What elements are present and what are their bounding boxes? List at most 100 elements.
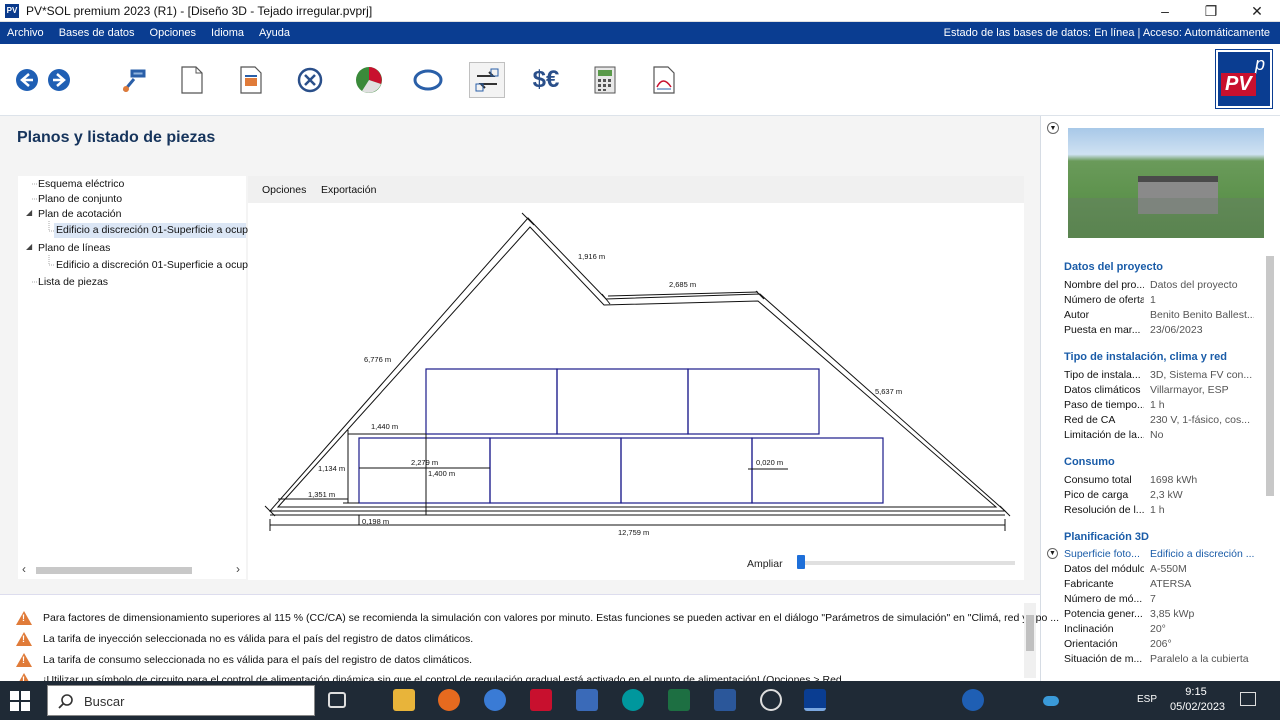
pie-chart-icon[interactable] [351,62,387,98]
prop-key: Nombre del pro... [1064,279,1144,291]
edit-page-icon[interactable] [233,62,269,98]
scroll-left-icon[interactable]: ‹ [22,562,26,576]
report-icon[interactable] [646,62,682,98]
menu-archivo[interactable]: Archivo [0,27,52,39]
ellipse-icon[interactable] [410,62,446,98]
expand-arrow-icon[interactable]: ◢ [26,242,32,251]
tree-item-plan-de-acotacion[interactable]: Plan de acotación [38,208,121,220]
title-bar: PV PV*SOL premium 2023 (R1) - [Diseño 3D… [0,0,1280,22]
section-datos-proyecto[interactable]: Datos del proyecto [1064,261,1163,273]
collapse-icon[interactable]: ▼ [1047,122,1059,134]
section-tipo-instalacion[interactable]: Tipo de instalación, clima y red [1064,351,1227,363]
windows-start-icon[interactable] [10,691,30,711]
calculator-icon[interactable] [587,62,623,98]
message-item[interactable]: La tarifa de inyección seleccionada no e… [43,633,473,645]
message-item[interactable]: La tarifa de consumo seleccionada no es … [43,654,472,666]
tab-exportacion[interactable]: Exportación [321,184,376,196]
task-view-icon[interactable] [328,692,346,708]
prop-key: Inclinación [1064,623,1114,635]
language-indicator[interactable]: ESP [1137,694,1157,705]
prop-value: A-550M [1150,563,1187,575]
back-icon[interactable] [9,62,45,98]
3d-preview-image[interactable] [1068,128,1264,238]
foxit-icon[interactable] [530,689,552,711]
tree-horizontal-scrollbar[interactable]: ‹ › [18,562,246,578]
word-icon[interactable] [714,689,736,711]
prop-value: No [1150,429,1164,441]
cancel-icon[interactable] [292,62,328,98]
expand-arrow-icon[interactable]: ◢ [26,208,32,217]
pvsol-taskbar-icon[interactable] [804,689,826,711]
prop-key: Puesta en mar... [1064,324,1141,336]
search-icon [58,694,73,709]
prop-value: 3,85 kWp [1150,608,1195,620]
dimension-drawing[interactable]: 1,916 m 2,685 m 6,776 m 5,637 m 1,440 m … [248,203,1024,548]
scroll-thumb[interactable] [36,567,192,574]
prop-key: Pico de carga [1064,489,1129,501]
tree-item-edificio-acotacion[interactable]: Edificio a discreción 01-Superficie a oc… [54,223,257,238]
firefox-icon[interactable] [438,689,460,711]
obs-icon[interactable] [760,689,782,711]
menu-ayuda[interactable]: Ayuda [252,27,298,39]
arduino-icon[interactable] [622,689,644,711]
menu-idioma[interactable]: Idioma [204,27,252,39]
section-consumo[interactable]: Consumo [1064,456,1115,468]
dim-label: 5,637 m [875,387,902,396]
warning-icon [16,632,32,646]
close-button[interactable]: ✕ [1234,0,1280,22]
search-input[interactable]: Buscar [84,694,124,709]
paint-icon[interactable] [484,689,506,711]
excel-icon[interactable] [668,689,690,711]
prop-value: Datos del proyecto [1150,279,1238,291]
right-panel-scrollbar[interactable] [1263,244,1277,676]
menu-opciones[interactable]: Opciones [143,27,204,39]
tree-item-plano-de-lineas[interactable]: Plano de líneas [38,242,110,254]
message-item[interactable]: Para factores de dimensionamiento superi… [43,612,1059,624]
onedrive-icon[interactable] [1043,696,1059,706]
warning-icon [16,611,32,625]
prop-value[interactable]: Edificio a discreción ... [1150,548,1254,560]
dim-label: 0,198 m [362,517,389,526]
help-icon[interactable] [962,689,984,711]
zoom-slider-track[interactable] [799,561,1015,565]
database-status[interactable]: Estado de las bases de datos: En línea |… [944,22,1270,44]
prop-value: 1 h [1150,504,1165,516]
clock[interactable]: 9:15 05/02/2023 [1170,685,1225,715]
dim-label: 1,440 m [371,422,398,431]
dimension-lines [269,291,1006,531]
prop-value: 23/06/2023 [1150,324,1203,336]
page-title: Planos y listado de piezas [17,129,216,146]
module-grid [358,368,884,504]
zoom-slider-thumb[interactable] [797,555,805,569]
tree-item-plano-de-conjunto[interactable]: Plano de conjunto [38,193,122,205]
prop-value: 3D, Sistema FV con... [1150,369,1253,381]
exchange-icon[interactable] [469,62,505,98]
prop-key: Datos climáticos [1064,384,1141,396]
scroll-right-icon[interactable]: › [236,562,240,576]
dim-label: 2,279 m [411,458,438,467]
tab-opciones[interactable]: Opciones [262,184,306,196]
prop-key: Red de CA [1064,414,1116,426]
maximize-button[interactable]: ❐ [1188,0,1234,22]
file-explorer-icon[interactable] [393,689,415,711]
calculator-app-icon[interactable] [576,689,598,711]
dim-label: 1,916 m [578,252,605,261]
tree-item-edificio-lineas[interactable]: Edificio a discreción 01-Superficie a oc… [56,259,257,271]
prop-key: Orientación [1064,638,1118,650]
collapse-icon[interactable]: ▼ [1047,548,1058,559]
wrench-icon[interactable] [115,62,151,98]
menu-bases-de-datos[interactable]: Bases de datos [52,27,143,39]
message-scrollbar[interactable] [1024,603,1036,678]
notification-icon[interactable] [1240,692,1256,706]
forward-icon[interactable] [41,62,77,98]
prop-key: Potencia gener... [1064,608,1143,620]
currency-icon[interactable]: $€ [528,62,564,98]
dim-label: 12,759 m [618,528,649,537]
minimize-button[interactable]: – [1142,0,1188,22]
new-page-icon[interactable] [174,62,210,98]
section-planificacion-3d[interactable]: Planificación 3D [1064,531,1149,543]
prop-key[interactable]: Superficie foto... [1064,548,1144,560]
tree-item-lista-de-piezas[interactable]: Lista de piezas [38,276,108,288]
taskbar-search[interactable]: Buscar [47,685,315,716]
tree-item-esquema-electrico[interactable]: Esquema eléctrico [38,178,124,190]
